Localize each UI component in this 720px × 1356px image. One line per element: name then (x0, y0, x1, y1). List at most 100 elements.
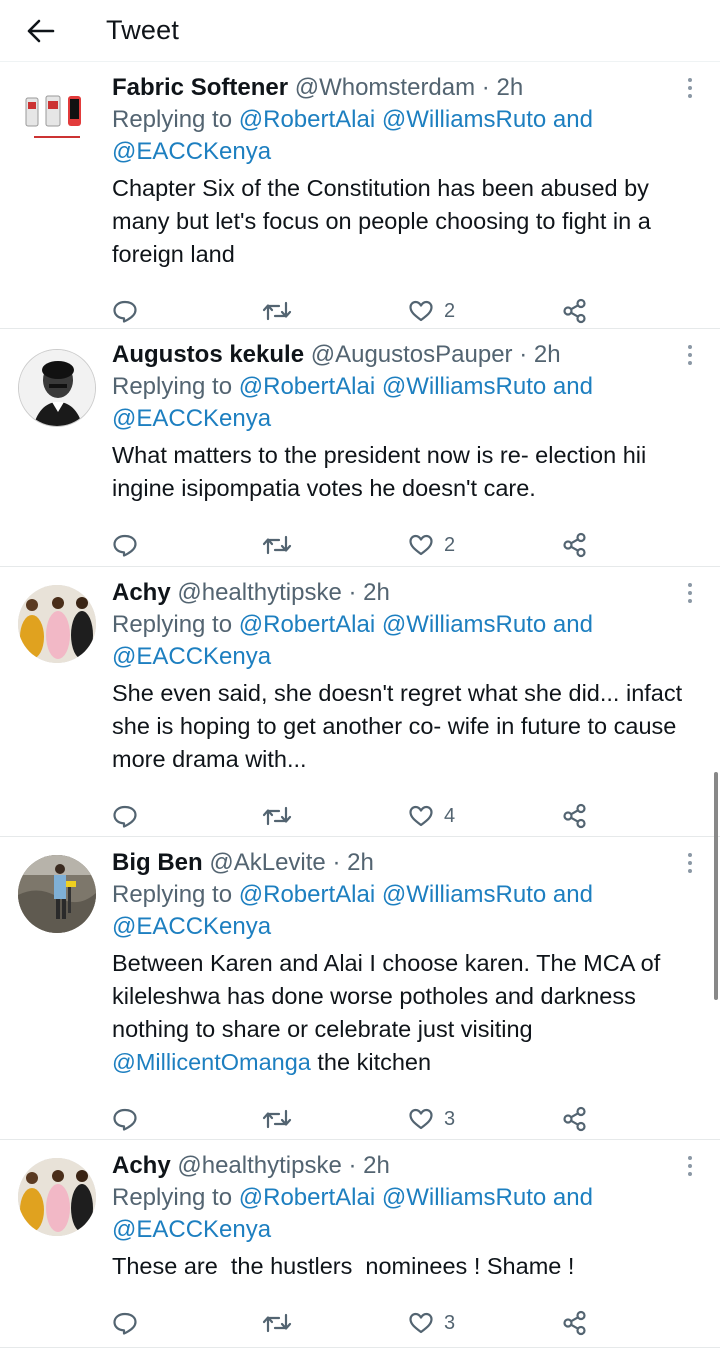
more-options-button[interactable] (680, 76, 700, 100)
mention-link[interactable]: @RobertAlai (239, 1184, 375, 1211)
share-button[interactable] (562, 532, 588, 558)
reply-icon (113, 1108, 137, 1131)
like-button[interactable]: 3 (408, 1107, 562, 1131)
retweet-icon (262, 535, 292, 555)
tweet-text: What matters to the president now is re-… (112, 442, 647, 501)
author-name[interactable]: Augustos kekule (112, 341, 304, 368)
share-button[interactable] (562, 803, 588, 829)
like-button[interactable]: 3 (408, 1311, 562, 1335)
reply-tweet[interactable]: Augustos kekule @AugustosPauper · 2h Rep… (0, 329, 720, 567)
reply-tweet[interactable]: Achy @healthytipske · 2h Replying to @Ro… (0, 1140, 720, 1348)
arrow-left-icon (27, 19, 55, 42)
retweet-icon (262, 1313, 292, 1333)
scrollbar[interactable] (714, 772, 718, 1000)
tweet-text: Chapter Six of the Constitution has been… (112, 175, 651, 267)
avatar-photo-image (18, 1158, 96, 1236)
mention-link[interactable]: and (553, 106, 593, 133)
heart-icon (409, 300, 433, 322)
reply-button[interactable] (112, 804, 262, 828)
share-icon (563, 803, 586, 829)
action-bar: 3 (112, 1293, 720, 1353)
like-button[interactable]: 2 (408, 299, 562, 323)
like-count: 3 (444, 1107, 456, 1130)
mention-link[interactable]: and (553, 881, 593, 908)
mention-link[interactable]: and (553, 373, 593, 400)
mention-link[interactable]: @RobertAlai (239, 106, 375, 133)
mention-link[interactable]: @EACCKenya (112, 913, 271, 940)
more-options-button[interactable] (680, 343, 700, 367)
retweet-button[interactable] (262, 299, 408, 323)
mention-link[interactable]: @EACCKenya (112, 643, 271, 670)
retweet-button[interactable] (262, 804, 408, 828)
tweet-header: Augustos kekule @AugustosPauper · 2h (112, 339, 720, 371)
timestamp[interactable]: 2h (496, 74, 523, 101)
retweet-icon (262, 806, 292, 826)
author-handle[interactable]: @healthytipske (177, 1152, 341, 1179)
reply-tweet[interactable]: Fabric Softener @Whomsterdam · 2h Replyi… (0, 62, 720, 329)
author-name[interactable]: Achy (112, 579, 171, 606)
mention-link[interactable]: @WilliamsRuto (382, 881, 546, 908)
retweet-icon (262, 1109, 292, 1129)
mention-link[interactable]: @EACCKenya (112, 138, 271, 165)
author-name[interactable]: Big Ben (112, 849, 203, 876)
author-name[interactable]: Fabric Softener (112, 74, 288, 101)
retweet-button[interactable] (262, 1311, 408, 1335)
mention-link[interactable]: @WilliamsRuto (382, 611, 546, 638)
like-button[interactable]: 4 (408, 804, 562, 828)
replying-to: Replying to @RobertAlai @WilliamsRuto an… (112, 104, 720, 168)
tweet-text: Between Karen and Alai I choose karen. T… (112, 947, 720, 1079)
tweet-text-part: Between Karen and Alai I choose karen. T… (112, 950, 661, 1042)
timestamp[interactable]: 2h (534, 341, 561, 368)
mention-link[interactable]: @EACCKenya (112, 405, 271, 432)
reply-button[interactable] (112, 299, 262, 323)
avatar[interactable] (18, 855, 96, 933)
mention-link[interactable]: @WilliamsRuto (382, 373, 546, 400)
mention-link[interactable]: @WilliamsRuto (382, 106, 546, 133)
share-icon (563, 1106, 586, 1132)
share-button[interactable] (562, 1106, 588, 1132)
reply-button[interactable] (112, 1311, 262, 1335)
author-name[interactable]: Achy (112, 1152, 171, 1179)
avatar[interactable] (24, 92, 94, 152)
mention-link[interactable]: @WilliamsRuto (382, 1184, 546, 1211)
more-options-button[interactable] (680, 851, 700, 875)
mention-link[interactable]: @RobertAlai (239, 881, 375, 908)
separator: · (348, 1152, 357, 1179)
mention-link[interactable]: @MillicentOmanga (112, 1049, 311, 1075)
timestamp[interactable]: 2h (347, 849, 374, 876)
mention-link[interactable]: and (553, 1184, 593, 1211)
author-handle[interactable]: @Whomsterdam (295, 74, 475, 101)
avatar[interactable] (18, 1158, 96, 1236)
reply-icon (113, 300, 137, 323)
author-handle[interactable]: @AugustosPauper (311, 341, 513, 368)
reply-button[interactable] (112, 1107, 262, 1131)
reply-button[interactable] (112, 533, 262, 557)
share-button[interactable] (562, 298, 588, 324)
timestamp[interactable]: 2h (363, 1152, 390, 1179)
replying-to-label: Replying to (112, 373, 233, 400)
back-button[interactable] (6, 8, 76, 54)
mention-link[interactable]: @EACCKenya (112, 1216, 271, 1243)
more-options-button[interactable] (680, 1154, 700, 1178)
retweet-button[interactable] (262, 533, 408, 557)
reply-tweet[interactable]: Achy @healthytipske · 2h Replying to @Ro… (0, 567, 720, 837)
more-options-button[interactable] (680, 581, 700, 605)
like-button[interactable]: 2 (408, 533, 562, 557)
mention-link[interactable]: @RobertAlai (239, 373, 375, 400)
avatar[interactable] (18, 349, 96, 427)
timestamp[interactable]: 2h (363, 579, 390, 606)
avatar-portrait-image (19, 350, 95, 426)
avatar[interactable] (18, 585, 96, 663)
retweet-button[interactable] (262, 1107, 408, 1131)
author-handle[interactable]: @AkLevite (209, 849, 325, 876)
retweet-icon (262, 301, 292, 321)
author-handle[interactable]: @healthytipske (177, 579, 341, 606)
share-button[interactable] (562, 1310, 588, 1336)
separator: · (348, 579, 357, 606)
mention-link[interactable]: and (553, 611, 593, 638)
mention-link[interactable]: @RobertAlai (239, 611, 375, 638)
tweet-text: These are the hustlers nominees ! Shame … (112, 1253, 575, 1279)
reply-tweet[interactable]: Big Ben @AkLevite · 2h Replying to @Robe… (0, 837, 720, 1140)
replying-to-label: Replying to (112, 1184, 233, 1211)
phones-logo-image (25, 95, 81, 138)
